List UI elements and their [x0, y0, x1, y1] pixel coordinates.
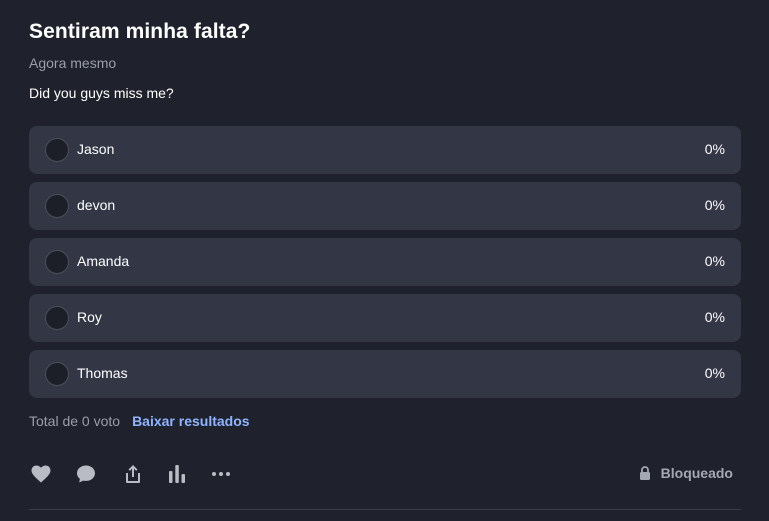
poll-option-amanda[interactable]: Amanda 0%	[29, 238, 741, 286]
radio-button[interactable]	[45, 138, 69, 162]
option-percent: 0%	[704, 253, 725, 269]
lock-icon	[639, 466, 651, 480]
divider	[29, 509, 741, 510]
poll-summary: Total de 0 voto Baixar resultados	[29, 413, 250, 429]
option-label: Jason	[77, 141, 115, 157]
more-icon[interactable]	[209, 462, 233, 486]
share-icon[interactable]	[121, 462, 145, 486]
poll-option-devon[interactable]: devon 0%	[29, 182, 741, 230]
poll-timestamp: Agora mesmo	[29, 55, 117, 71]
option-label: Thomas	[77, 365, 128, 381]
comment-icon[interactable]	[74, 462, 98, 486]
option-label: Amanda	[77, 253, 130, 269]
radio-button[interactable]	[45, 362, 69, 386]
poll-title: Sentiram minha falta?	[29, 20, 251, 43]
option-percent: 0%	[704, 365, 725, 381]
poll-card: Sentiram minha falta? Agora mesmo Did yo…	[0, 0, 769, 521]
locked-label: Bloqueado	[660, 465, 733, 481]
poll-options: Jason 0% devon 0% Amanda 0% Roy 0% Thoma…	[29, 126, 741, 406]
radio-button[interactable]	[45, 194, 69, 218]
bar-chart-icon[interactable]	[165, 462, 189, 486]
radio-button[interactable]	[45, 250, 69, 274]
poll-option-thomas[interactable]: Thomas 0%	[29, 350, 741, 398]
option-percent: 0%	[704, 197, 725, 213]
locked-status: Bloqueado	[639, 465, 733, 481]
download-results-link[interactable]: Baixar resultados	[132, 413, 250, 429]
total-votes: Total de 0 voto	[29, 413, 121, 429]
heart-icon[interactable]	[29, 462, 53, 486]
poll-question: Did you guys miss me?	[29, 85, 174, 101]
option-percent: 0%	[704, 141, 725, 157]
poll-option-jason[interactable]: Jason 0%	[29, 126, 741, 174]
option-percent: 0%	[704, 309, 725, 325]
action-bar: Bloqueado	[29, 462, 741, 488]
option-label: devon	[77, 197, 116, 213]
poll-option-roy[interactable]: Roy 0%	[29, 294, 741, 342]
radio-button[interactable]	[45, 306, 69, 330]
option-label: Roy	[77, 309, 102, 325]
